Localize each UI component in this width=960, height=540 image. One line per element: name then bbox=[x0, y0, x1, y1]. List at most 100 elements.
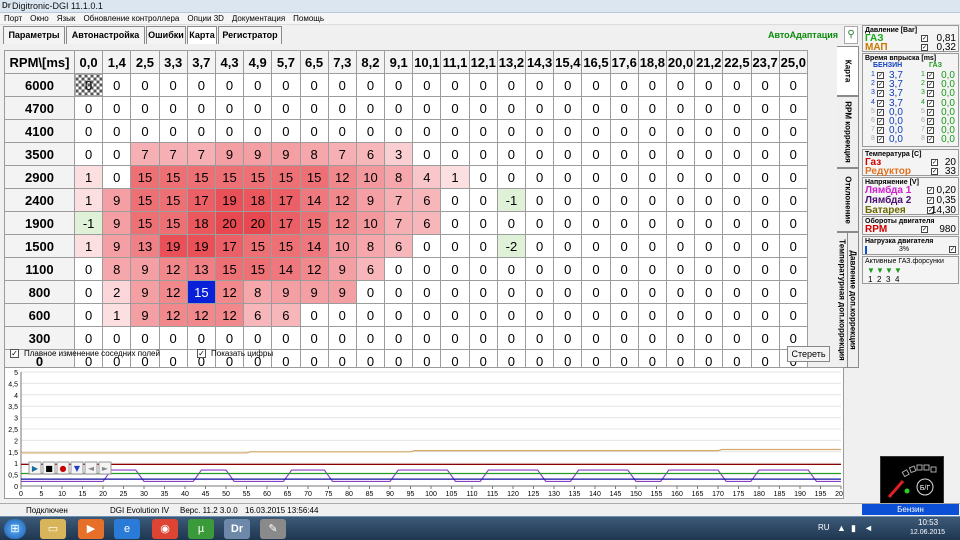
map-cell[interactable]: 0 bbox=[553, 211, 583, 235]
map-cell[interactable]: 0 bbox=[722, 165, 752, 189]
map-cell[interactable]: 0 bbox=[186, 119, 216, 143]
map-cell[interactable]: 0 bbox=[750, 119, 780, 143]
menu-options3d[interactable]: Опции 3D bbox=[183, 13, 228, 25]
map-cell[interactable]: 15 bbox=[130, 211, 160, 235]
map-cell[interactable]: 0 bbox=[722, 211, 752, 235]
map-cell[interactable]: 0 bbox=[440, 188, 470, 212]
tab-map[interactable]: Карта bbox=[187, 26, 217, 44]
map-cell[interactable]: 15 bbox=[243, 165, 273, 189]
map-cell[interactable]: 3 bbox=[384, 142, 414, 166]
map-cell[interactable]: 0 bbox=[694, 96, 724, 120]
network-icon[interactable]: ▮ bbox=[851, 523, 856, 534]
map-cell[interactable]: 0 bbox=[637, 142, 667, 166]
map-cell[interactable]: 0 bbox=[524, 234, 555, 258]
map-cell[interactable]: 0 bbox=[214, 119, 245, 143]
map-cell[interactable]: 0 bbox=[158, 119, 188, 143]
map-cell[interactable]: 0 bbox=[722, 280, 752, 304]
start-button[interactable]: ⊞ bbox=[4, 519, 26, 539]
map-cell[interactable]: 9 bbox=[102, 211, 132, 235]
map-cell[interactable]: 0 bbox=[468, 234, 498, 258]
smooth-checkbox[interactable]: ✓ bbox=[10, 349, 19, 358]
map-cell[interactable]: 19 bbox=[158, 234, 188, 258]
map-cell[interactable]: 12 bbox=[299, 257, 329, 281]
map-cell[interactable]: 1 bbox=[73, 234, 104, 258]
language-indicator[interactable]: RU bbox=[818, 523, 830, 532]
map-cell[interactable]: 0 bbox=[609, 73, 639, 97]
map-cell[interactable]: 0 bbox=[694, 234, 724, 258]
map-cell[interactable]: 0 bbox=[665, 257, 696, 281]
map-cell[interactable]: 0 bbox=[553, 257, 583, 281]
map-cell[interactable]: 0 bbox=[384, 257, 414, 281]
map-cell[interactable]: 0 bbox=[581, 303, 611, 327]
inj-gas-checkbox[interactable]: ✓ bbox=[927, 90, 934, 98]
map-cell[interactable]: 0 bbox=[778, 165, 808, 189]
map-cell[interactable]: 0 bbox=[637, 119, 667, 143]
lambda2-checkbox[interactable]: ✓ bbox=[927, 197, 934, 204]
map-cell[interactable]: 0 bbox=[637, 280, 667, 304]
map-cell[interactable]: 0 bbox=[778, 280, 808, 304]
map-cell[interactable]: 17 bbox=[186, 188, 216, 212]
map-cell[interactable]: 0 bbox=[665, 303, 696, 327]
map-cell[interactable]: 15 bbox=[158, 211, 188, 235]
map-cell[interactable]: 0 bbox=[468, 119, 498, 143]
map-cell[interactable]: 0 bbox=[553, 165, 583, 189]
map-cell[interactable]: 15 bbox=[158, 165, 188, 189]
tab-parameters[interactable]: Параметры bbox=[3, 26, 65, 44]
map-cell[interactable]: 0 bbox=[609, 211, 639, 235]
map-cell[interactable]: 0 bbox=[355, 73, 386, 97]
map-cell[interactable]: 0 bbox=[496, 303, 527, 327]
map-cell[interactable]: 0 bbox=[750, 211, 780, 235]
map-cell[interactable]: 17 bbox=[214, 234, 245, 258]
vtab-temp-correction[interactable]: Температурная доп.коррекция bbox=[837, 232, 848, 368]
map-cell[interactable]: 0 bbox=[609, 303, 639, 327]
map-cell[interactable]: 0 bbox=[581, 234, 611, 258]
marker-icon[interactable]: ▼ bbox=[74, 464, 81, 473]
map-cell[interactable]: 9 bbox=[214, 142, 245, 166]
map-cell[interactable]: 0 bbox=[524, 119, 555, 143]
map-cell[interactable]: 2 bbox=[102, 280, 132, 304]
map-cell[interactable]: 0 bbox=[102, 165, 132, 189]
map-cell[interactable]: 14 bbox=[299, 188, 329, 212]
map-cell[interactable]: 0 bbox=[468, 188, 498, 212]
map-cell[interactable]: 0 bbox=[609, 188, 639, 212]
menu-docs[interactable]: Документация bbox=[228, 13, 289, 25]
map-cell[interactable]: 7 bbox=[327, 142, 357, 166]
map-cell[interactable]: 0 bbox=[440, 119, 470, 143]
map-cell[interactable]: 0 bbox=[722, 188, 752, 212]
map-cell[interactable]: 0 bbox=[130, 73, 160, 97]
map-cell[interactable]: 0 bbox=[609, 257, 639, 281]
map-cell[interactable]: 15 bbox=[158, 188, 188, 212]
tab-recorder[interactable]: Регистратор bbox=[218, 26, 282, 44]
map-cell[interactable]: 7 bbox=[130, 142, 160, 166]
map-cell[interactable]: 1 bbox=[73, 165, 104, 189]
map-cell[interactable]: 14 bbox=[271, 257, 301, 281]
map-cell[interactable]: 0 bbox=[440, 96, 470, 120]
map-cell[interactable]: 0 bbox=[750, 96, 780, 120]
fuel-switch-gauge[interactable]: Б/Г bbox=[880, 456, 944, 504]
map-cell[interactable]: 8 bbox=[384, 165, 414, 189]
menu-window[interactable]: Окно bbox=[26, 13, 53, 25]
map-cell[interactable]: 0 bbox=[581, 96, 611, 120]
map-cell[interactable]: 0 bbox=[609, 119, 639, 143]
map-cell[interactable]: 0 bbox=[440, 73, 470, 97]
map-cell[interactable]: 0 bbox=[694, 257, 724, 281]
map-cell[interactable]: 17 bbox=[271, 211, 301, 235]
map-cell[interactable]: 0 bbox=[524, 73, 555, 97]
clock-date[interactable]: 12.06.2015 bbox=[910, 529, 945, 536]
map-cell[interactable]: 6 bbox=[355, 142, 386, 166]
map-cell[interactable]: 0 bbox=[778, 303, 808, 327]
map-cell[interactable]: 0 bbox=[581, 211, 611, 235]
gas-pressure-checkbox[interactable]: ✓ bbox=[921, 35, 928, 42]
map-cell[interactable]: 6 bbox=[243, 303, 273, 327]
map-cell[interactable]: 0 bbox=[694, 73, 724, 97]
map-cell[interactable]: 0 bbox=[355, 280, 386, 304]
map-cell[interactable]: 0 bbox=[750, 234, 780, 258]
map-pressure-checkbox[interactable]: ✓ bbox=[921, 44, 928, 51]
map-cell[interactable]: 12 bbox=[158, 257, 188, 281]
map-cell[interactable]: 0 bbox=[637, 211, 667, 235]
map-cell[interactable]: 6 bbox=[271, 303, 301, 327]
map-cell[interactable]: 0 bbox=[271, 73, 301, 97]
menu-port[interactable]: Порт bbox=[0, 13, 26, 25]
map-cell[interactable]: 0 bbox=[214, 73, 245, 97]
map-cell[interactable]: 9 bbox=[271, 280, 301, 304]
